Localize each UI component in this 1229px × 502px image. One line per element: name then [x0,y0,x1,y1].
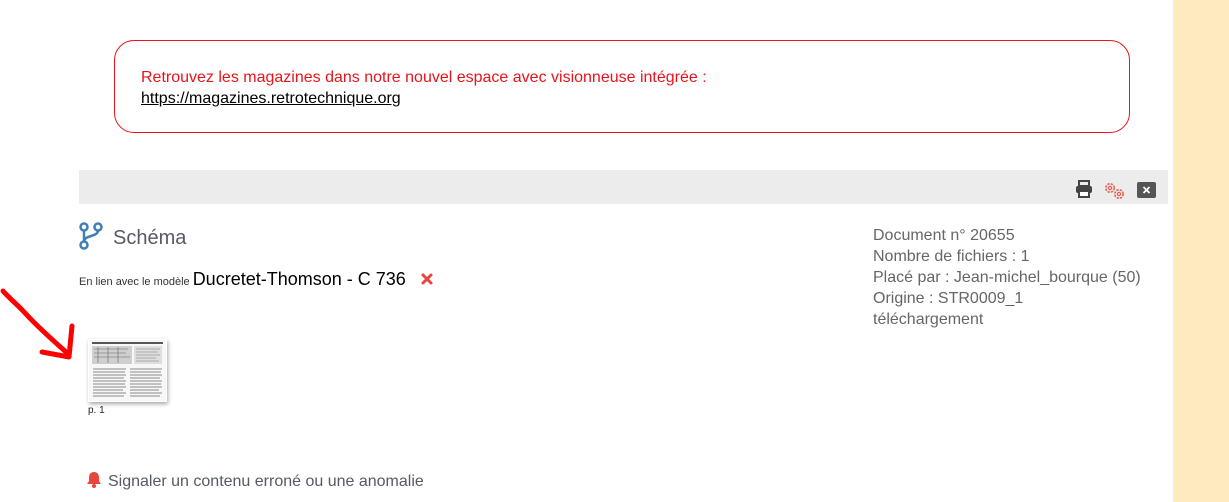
print-icon[interactable] [1075,180,1093,203]
download-link[interactable]: téléchargement [873,309,1141,330]
origin: Origine : STR0009_1 [873,290,1024,307]
magazines-notice: Retrouvez les magazines dans notre nouve… [114,40,1130,133]
placed-by: Placé par : Jean-michel_bourque (50) [873,269,1141,286]
magazines-link[interactable]: https://magazines.retrotechnique.org [141,88,401,109]
model-link-row: En lien avec le modèle Ducretet-Thomson … [79,269,434,290]
model-link-prefix: En lien avec le modèle [79,276,190,288]
annotation-arrow [0,288,75,360]
right-side-panel [1173,0,1229,502]
report-anomaly-label: Signaler un contenu erroné ou une anomal… [108,473,424,490]
bell-icon [86,471,102,493]
notice-text: Retrouvez les magazines dans notre nouve… [141,69,707,86]
file-count: Nombre de fichiers : 1 [873,248,1030,265]
document-info: Document n° 20655 Nombre de fichiers : 1… [873,225,1141,330]
settings-gears-icon[interactable] [1102,180,1128,207]
report-anomaly-link[interactable]: Signaler un contenu erroné ou une anomal… [86,471,424,493]
model-link[interactable]: Ducretet-Thomson - C 736 [193,269,406,290]
remove-link-icon[interactable] [420,272,434,286]
document-type-heading: Schéma [79,222,186,255]
page-thumbnail[interactable] [88,339,167,402]
document-toolbar [79,170,1168,204]
code-branch-icon [79,222,103,255]
document-number: Document n° 20655 [873,227,1015,244]
page-thumbnail-item: p. 1 [88,339,167,416]
page-caption: p. 1 [88,405,105,416]
close-icon[interactable] [1137,182,1156,203]
document-type-title: Schéma [113,227,187,249]
